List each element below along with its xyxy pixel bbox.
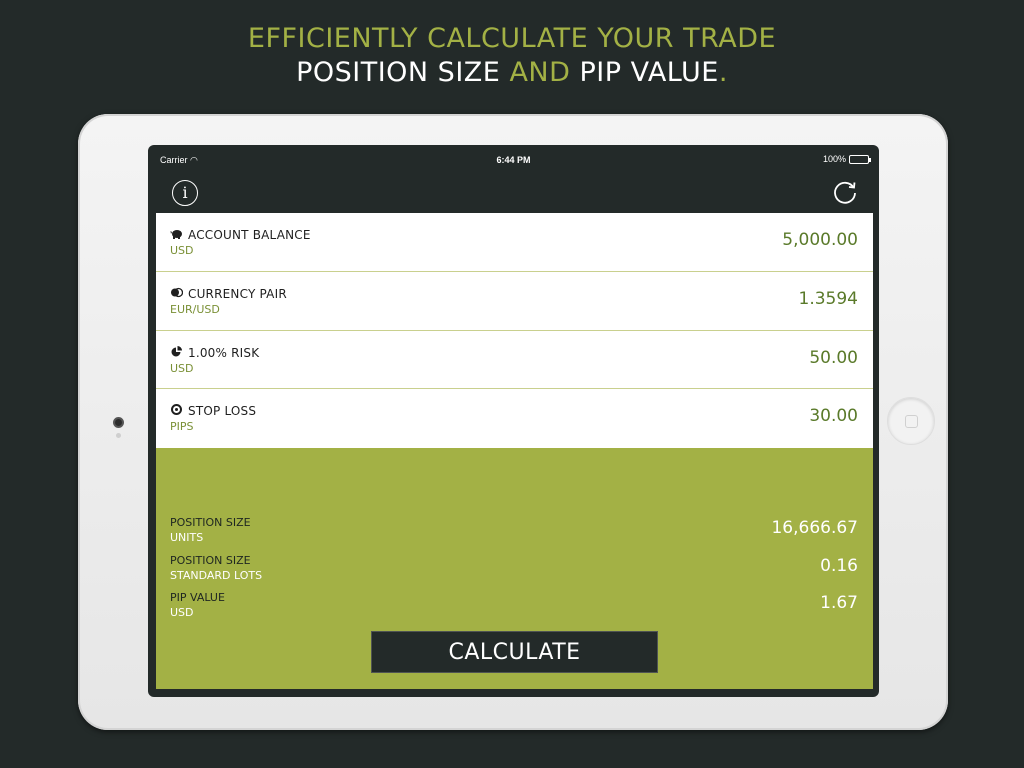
headline-line2-a: POSITION SIZE: [296, 57, 510, 88]
result-label: POSITION SIZE: [170, 516, 251, 529]
input-unit: PIPS: [170, 420, 194, 434]
result-unit: USD: [170, 606, 194, 619]
input-row-currency-pair[interactable]: CURRENCY PAIR EUR/USD 1.3594: [156, 272, 873, 331]
currency-coins-icon: [171, 287, 183, 297]
battery-percent: 100%: [822, 154, 846, 164]
input-row-stop-loss[interactable]: STOP LOSS PIPS 30.00: [156, 389, 873, 448]
navbar: i: [148, 173, 879, 213]
input-unit: USD: [170, 361, 194, 375]
target-icon: [171, 404, 182, 416]
result-label: PIP VALUE: [170, 591, 225, 604]
input-label: ACCOUNT BALANCE: [188, 228, 311, 242]
input-value[interactable]: 30.00: [809, 406, 858, 426]
input-row-risk[interactable]: 1.00% RISK USD 50.00: [156, 331, 873, 390]
headline-line2-b: PIP VALUE: [570, 57, 719, 88]
result-value: 16,666.67: [771, 518, 858, 538]
input-unit: EUR/USD: [170, 302, 220, 316]
result-row-position-units: POSITION SIZE UNITS 16,666.67: [156, 516, 873, 548]
input-unit: USD: [170, 244, 194, 257]
headline-line2: POSITION SIZE AND PIP VALUE.: [0, 56, 1024, 90]
result-value: 0.16: [820, 556, 858, 576]
home-square-icon: [905, 415, 918, 428]
info-icon[interactable]: i: [172, 180, 198, 206]
headline-line2-accent: AND: [509, 57, 571, 88]
result-value: 1.67: [820, 593, 858, 613]
sensor-dot: [116, 433, 121, 438]
piggy-bank-icon: [170, 230, 182, 239]
result-label: POSITION SIZE: [170, 554, 251, 567]
input-label: STOP LOSS: [188, 404, 257, 419]
status-bar: Carrier ◠ 6:44 PM 100%: [148, 145, 879, 173]
battery-indicator: 100%: [822, 154, 871, 164]
headline-line2-dot: .: [718, 57, 728, 88]
headline: EFFICIENTLY CALCULATE YOUR TRADE POSITIO…: [0, 22, 1024, 90]
result-row-pip-value: PIP VALUE USD 1.67: [156, 591, 873, 623]
headline-line1: EFFICIENTLY CALCULATE YOUR TRADE: [247, 23, 777, 54]
input-row-account-balance[interactable]: ACCOUNT BALANCE USD 5,000.00: [156, 213, 873, 272]
pie-chart-icon: [171, 345, 182, 356]
result-unit: STANDARD LOTS: [170, 569, 263, 582]
refresh-icon[interactable]: [831, 178, 859, 206]
input-label: 1.00% RISK: [188, 345, 260, 360]
status-time: 6:44 PM: [496, 155, 531, 165]
results-panel: POSITION SIZE UNITS 16,666.67 POSITION S…: [156, 448, 873, 689]
calculate-button[interactable]: CALCULATE: [371, 631, 658, 673]
input-value[interactable]: 1.3594: [799, 289, 858, 309]
input-value[interactable]: 50.00: [809, 348, 858, 368]
battery-icon: [849, 154, 871, 164]
result-row-position-lots: POSITION SIZE STANDARD LOTS 0.16: [156, 554, 873, 586]
input-label: CURRENCY PAIR: [188, 286, 287, 301]
home-button[interactable]: [887, 397, 935, 445]
input-value[interactable]: 5,000.00: [782, 230, 858, 250]
app-screen: Carrier ◠ 6:44 PM 100% i ACCOUNT BALANCE…: [148, 145, 879, 697]
camera-icon: [113, 417, 124, 428]
result-unit: UNITS: [170, 531, 204, 544]
input-list: ACCOUNT BALANCE USD 5,000.00 CURRENCY PA…: [156, 213, 873, 448]
